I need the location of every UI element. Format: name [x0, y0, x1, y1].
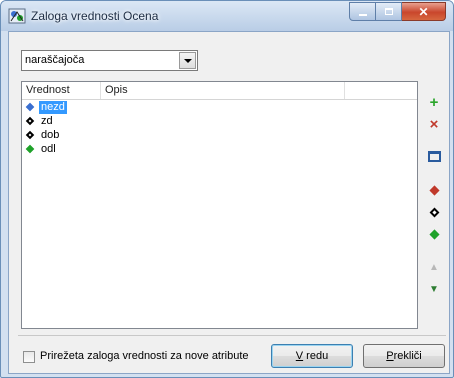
list-item[interactable]: nezd: [22, 101, 417, 115]
window-title: Zaloga vrednosti Ocena: [31, 9, 159, 23]
green-diamond-icon: [25, 144, 35, 154]
list-item-label: zd: [41, 115, 53, 127]
ok-label-rest: redu: [303, 350, 329, 362]
new-attributes-label[interactable]: Prirežeta zaloga vrednosti za nove atrib…: [40, 350, 249, 362]
ok-button[interactable]: V redu: [271, 344, 353, 368]
black-diamond-button[interactable]: [423, 202, 445, 222]
green-diamond-icon: [429, 229, 439, 239]
column-header-description[interactable]: Opis: [101, 82, 345, 99]
add-button[interactable]: +: [423, 92, 445, 112]
delete-button[interactable]: ×: [423, 114, 445, 134]
chevron-down-icon[interactable]: [179, 52, 196, 69]
black-diamond-icon: [25, 116, 35, 126]
cancel-label-rest: rekliči: [393, 350, 422, 362]
minimize-icon: [358, 13, 367, 16]
list-item-label: odl: [41, 143, 56, 155]
close-icon: ✕: [418, 4, 429, 19]
red-diamond-button[interactable]: [423, 180, 445, 200]
add-icon: +: [429, 93, 439, 111]
black-diamond-icon: [429, 207, 439, 217]
app-icon: [8, 8, 26, 24]
list-item-label: dob: [41, 129, 60, 141]
dialog-window: Zaloga vrednosti Ocena ✕ naraščajoča Vre…: [0, 0, 454, 378]
column-header-extra[interactable]: [345, 82, 411, 99]
maximize-button[interactable]: [376, 2, 402, 21]
move-up-button[interactable]: ▲: [423, 257, 445, 277]
list-item-label: nezd: [39, 101, 67, 114]
dialog-body: naraščajoča Vrednost Opis nezd zd dob odl +…: [8, 31, 450, 374]
move-down-icon: ▼: [429, 283, 439, 295]
edit-button[interactable]: [423, 146, 445, 166]
delete-icon: ×: [429, 115, 439, 133]
blue-diamond-icon: [25, 102, 35, 112]
list-item[interactable]: dob: [22, 129, 417, 143]
maximize-icon: [384, 8, 393, 15]
list-item[interactable]: odl: [22, 143, 417, 157]
cancel-button[interactable]: Prekliči: [363, 344, 445, 368]
red-diamond-icon: [429, 185, 439, 195]
cancel-mnemonic: P: [386, 350, 394, 362]
edit-icon: [427, 150, 441, 162]
values-list[interactable]: Vrednost Opis nezd zd dob odl: [21, 81, 418, 329]
list-item[interactable]: zd: [22, 115, 417, 129]
column-header-value[interactable]: Vrednost: [22, 82, 101, 99]
list-header: Vrednost Opis: [22, 82, 417, 100]
close-button[interactable]: ✕: [402, 2, 446, 21]
black-diamond-icon: [25, 130, 35, 140]
green-diamond-button[interactable]: [423, 224, 445, 244]
move-down-button[interactable]: ▼: [423, 279, 445, 299]
title-bar[interactable]: Zaloga vrednosti Ocena ✕: [1, 1, 453, 31]
move-up-icon: ▲: [429, 261, 439, 273]
ok-mnemonic: V: [295, 350, 304, 362]
sort-order-value: naraščajoča: [25, 54, 85, 66]
divider: [18, 335, 446, 336]
sort-order-select[interactable]: naraščajoča: [21, 50, 198, 71]
list-rows: nezd zd dob odl: [22, 101, 417, 157]
minimize-button[interactable]: [349, 2, 376, 21]
new-attributes-checkbox[interactable]: [23, 351, 35, 363]
